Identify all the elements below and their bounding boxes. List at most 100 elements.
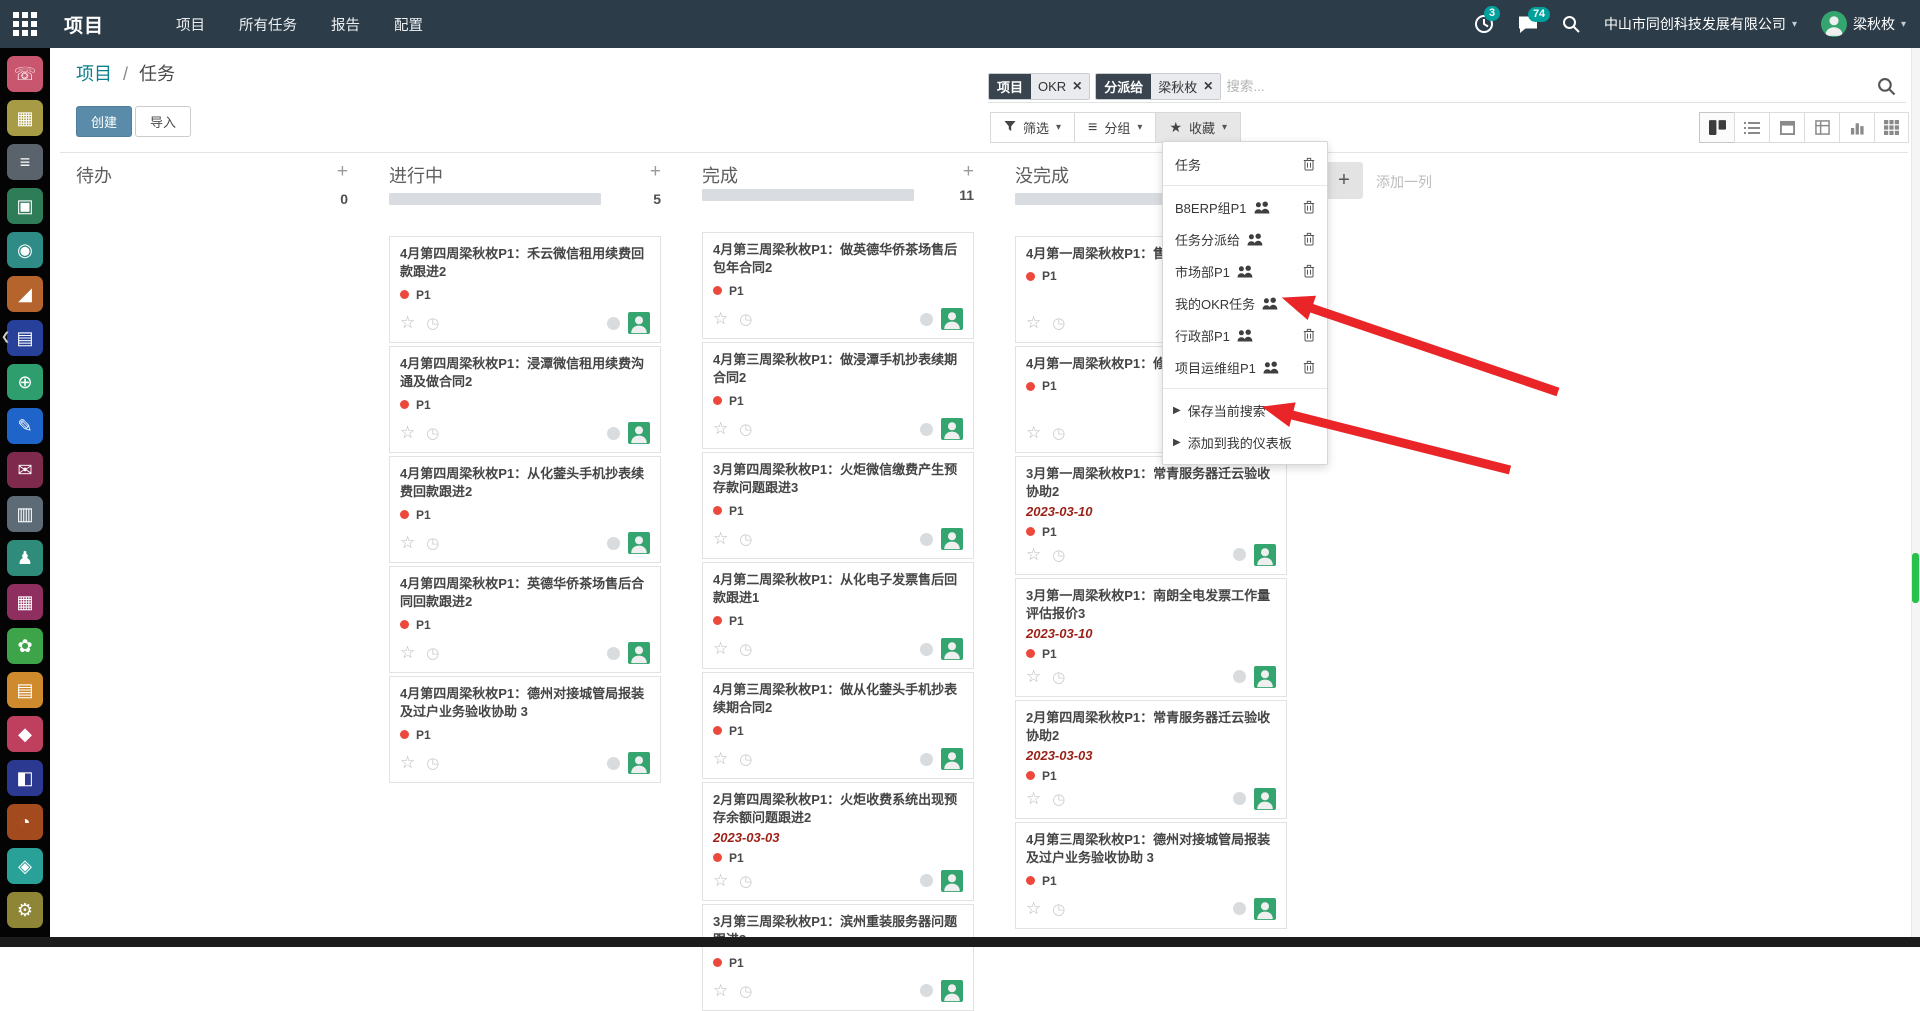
assignee-avatar[interactable] (941, 870, 963, 892)
nav-menu-item-项目[interactable]: 项目 (176, 14, 205, 35)
activity-clock-icon[interactable]: ◷ (739, 310, 752, 328)
activity-status-dot[interactable] (1233, 670, 1246, 683)
notes-app-icon[interactable]: ≡ (7, 144, 43, 180)
assignee-avatar[interactable] (941, 980, 963, 1002)
activity-clock-icon[interactable]: ◷ (739, 872, 752, 890)
view-list-button[interactable] (1734, 112, 1769, 143)
leaves-app-icon[interactable]: ✿ (7, 628, 43, 664)
favorite-item-B8ERP组P1[interactable]: B8ERP组P1 (1163, 191, 1327, 223)
star-toggle-icon[interactable]: ☆ (713, 639, 728, 659)
activity-clock-icon[interactable]: ◷ (739, 640, 752, 658)
activity-status-dot[interactable] (920, 423, 933, 436)
star-toggle-icon[interactable]: ☆ (1026, 899, 1041, 919)
assignee-avatar[interactable] (628, 422, 650, 444)
attendance-app-icon[interactable]: ◔ (7, 804, 43, 840)
task-card[interactable]: 4月第三周梁秋枚P1：德州对接城管局报装及过户业务验收协助 3 P1 ☆ ◷ (1015, 822, 1287, 929)
facet-remove-icon[interactable]: ✕ (1203, 79, 1213, 93)
user-menu[interactable]: 梁秋枚 ▾ (1821, 11, 1906, 37)
activity-clock-icon[interactable]: ◷ (1052, 790, 1065, 808)
expenses-app-icon[interactable]: ▦ (7, 584, 43, 620)
activity-status-dot[interactable] (920, 753, 933, 766)
activity-clock-icon[interactable]: ◷ (426, 644, 439, 662)
activity-status-dot[interactable] (920, 874, 933, 887)
assignee-avatar[interactable] (628, 752, 650, 774)
activity-clock-icon[interactable]: 3 (1474, 14, 1494, 34)
search-input[interactable] (1226, 79, 1872, 94)
activity-clock-icon[interactable]: ◷ (426, 314, 439, 332)
activity-status-dot[interactable] (920, 313, 933, 326)
activity-status-dot[interactable] (607, 427, 620, 440)
star-toggle-icon[interactable]: ☆ (1026, 313, 1041, 333)
view-pivot-button[interactable] (1804, 112, 1839, 143)
assignee-avatar[interactable] (628, 642, 650, 664)
vertical-scrollbar[interactable] (1911, 48, 1920, 937)
assignee-avatar[interactable] (1254, 544, 1276, 566)
create-button[interactable]: 创建 (76, 106, 132, 137)
task-card[interactable]: 4月第四周梁秋枚P1：英德华侨茶场售后合同回款跟进2 P1 ☆ ◷ (389, 566, 661, 673)
assignee-avatar[interactable] (628, 312, 650, 334)
activity-status-dot[interactable] (920, 984, 933, 997)
favorite-item-任务分派给[interactable]: 任务分派给 (1163, 223, 1327, 255)
star-toggle-icon[interactable]: ☆ (1026, 545, 1041, 565)
activity-clock-icon[interactable]: ◷ (739, 750, 752, 768)
activity-clock-icon[interactable]: ◷ (739, 982, 752, 1000)
star-toggle-icon[interactable]: ☆ (400, 533, 415, 553)
column-quick-add-icon[interactable]: + (963, 162, 974, 182)
purchase-app-icon[interactable]: ▤ (7, 672, 43, 708)
assignee-avatar[interactable] (1254, 788, 1276, 810)
activity-clock-icon[interactable]: ◷ (1052, 546, 1065, 564)
survey-app-icon[interactable]: ✎ (7, 408, 43, 444)
delete-favorite-icon[interactable] (1303, 232, 1315, 246)
point-of-sale-app-icon[interactable]: ◆ (7, 716, 43, 752)
messages-icon[interactable]: 74 (1518, 15, 1538, 34)
assignee-avatar[interactable] (941, 528, 963, 550)
activity-clock-icon[interactable]: ◷ (1052, 668, 1065, 686)
favorite-item-项目运维组P1[interactable]: 项目运维组P1 (1163, 351, 1327, 383)
assignee-avatar[interactable] (1254, 666, 1276, 688)
facet-remove-icon[interactable]: ✕ (1072, 79, 1082, 93)
favorite-item-我的OKR任务[interactable]: 我的OKR任务 (1163, 287, 1327, 319)
apps-menu-icon[interactable] (0, 0, 50, 48)
assignee-avatar[interactable] (628, 532, 650, 554)
sidebar-collapse-icon[interactable]: ❮ (1, 330, 10, 343)
star-toggle-icon[interactable]: ☆ (400, 313, 415, 333)
assignee-avatar[interactable] (941, 748, 963, 770)
star-toggle-icon[interactable]: ☆ (1026, 667, 1041, 687)
favorites-action-添加到我的仪表板[interactable]: ▶ 添加到我的仪表板 (1163, 426, 1327, 458)
column-quick-add-icon[interactable]: + (650, 162, 661, 182)
task-card[interactable]: 4月第四周梁秋枚P1：从化蓥头手机抄表续费回款跟进2 P1 ☆ ◷ (389, 456, 661, 563)
view-activity-button[interactable] (1874, 112, 1909, 143)
activity-status-dot[interactable] (1233, 902, 1246, 915)
task-card[interactable]: 4月第四周梁秋枚P1：禾云微信租用续费回款跟进2 P1 ☆ ◷ (389, 236, 661, 343)
column-progress-bar[interactable] (389, 193, 601, 205)
activity-status-dot[interactable] (920, 533, 933, 546)
activity-status-dot[interactable] (607, 317, 620, 330)
add-column-button[interactable]: + (1325, 162, 1363, 199)
task-card[interactable]: 4月第三周梁秋枚P1：做英德华侨茶场售后包年合同2 P1 ☆ ◷ (702, 232, 974, 339)
star-toggle-icon[interactable]: ☆ (713, 871, 728, 891)
search-icon[interactable] (1877, 77, 1906, 96)
activity-clock-icon[interactable]: ◷ (1052, 900, 1065, 918)
employees-app-icon[interactable]: ♟ (7, 540, 43, 576)
discuss-app-icon[interactable]: ☏ (7, 56, 43, 92)
star-toggle-icon[interactable]: ☆ (713, 749, 728, 769)
task-card[interactable]: 4月第三周梁秋枚P1：做浸潭手机抄表续期合同2 P1 ☆ ◷ (702, 342, 974, 449)
assignee-avatar[interactable] (941, 418, 963, 440)
view-kanban-button[interactable] (1699, 112, 1734, 143)
activity-clock-icon[interactable]: ◷ (739, 420, 752, 438)
breadcrumb-link[interactable]: 项目 (76, 64, 112, 84)
assignee-avatar[interactable] (941, 308, 963, 330)
assignee-avatar[interactable] (941, 638, 963, 660)
activity-status-dot[interactable] (920, 643, 933, 656)
delete-favorite-icon[interactable] (1303, 296, 1315, 310)
task-card[interactable]: 4月第四周梁秋枚P1：德州对接城管局报装及过户业务验收协助 3 P1 ☆ ◷ (389, 676, 661, 783)
dashboard-app-icon[interactable]: ◢ (7, 276, 43, 312)
task-card[interactable]: 2月第四周梁秋枚P1：常青服务器迁云验收协助2 2023-03-03 P1 ☆ … (1015, 700, 1287, 819)
filter-button[interactable]: 筛选 ▾ (990, 112, 1074, 143)
apps-store-app-icon[interactable]: ◧ (7, 760, 43, 796)
calendar-app-icon[interactable]: ▦ (7, 100, 43, 136)
favorites-action-保存当前搜索[interactable]: ▶ 保存当前搜索 (1163, 394, 1327, 426)
scrollbar-thumb[interactable] (1912, 553, 1919, 603)
activity-status-dot[interactable] (1233, 548, 1246, 561)
column-progress-bar[interactable] (702, 189, 914, 201)
